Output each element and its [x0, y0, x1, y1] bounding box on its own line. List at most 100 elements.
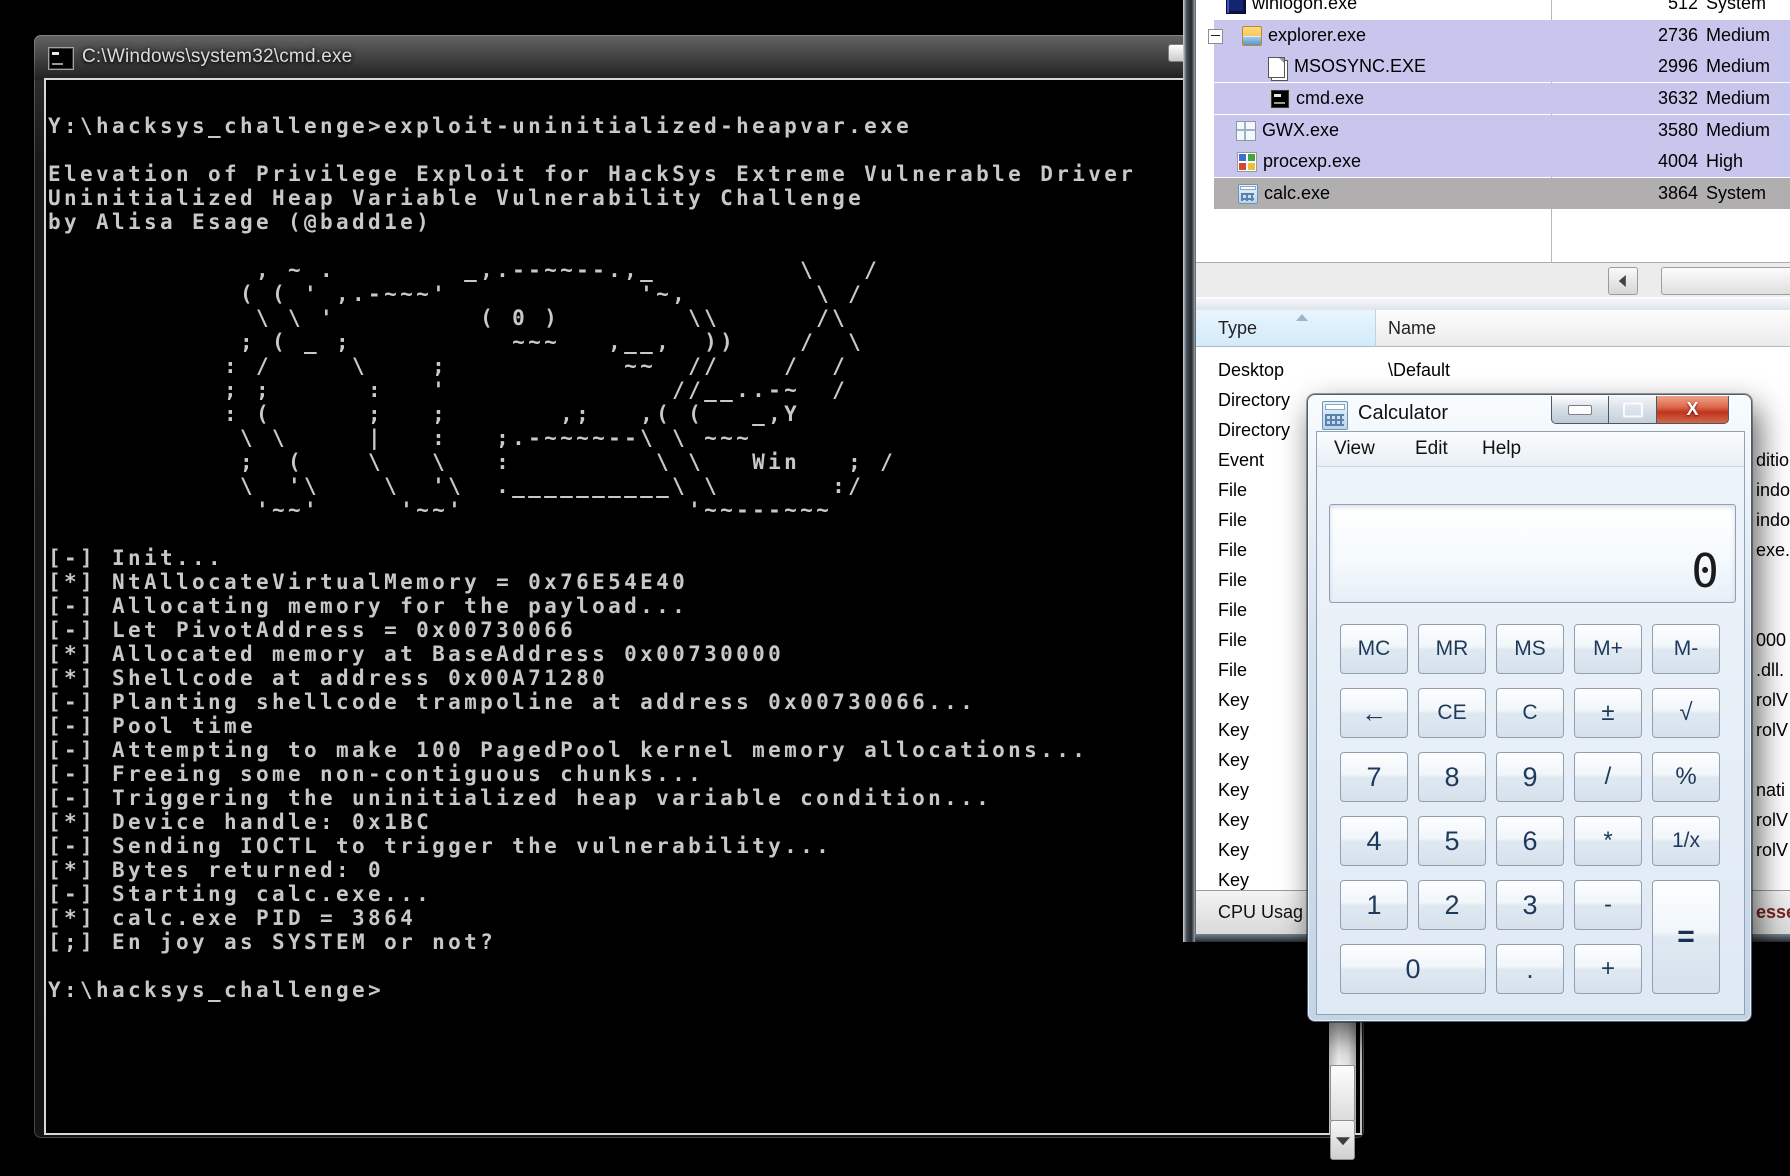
- process-pid: 3864: [1657, 183, 1698, 203]
- column-header-label: Name: [1388, 318, 1437, 338]
- process-pid: 3632: [1657, 88, 1698, 108]
- calc-key-2[interactable]: 2: [1418, 880, 1486, 930]
- handle-type: File: [1218, 510, 1248, 530]
- sort-ascending-icon: [1296, 314, 1308, 321]
- terminal-output: Y:\hacksys_challenge>exploit-uninitializ…: [48, 114, 1137, 1002]
- calc-key-√[interactable]: √: [1652, 688, 1720, 738]
- scrollbar-thumb[interactable]: [1330, 1065, 1355, 1121]
- calc-key-.[interactable]: .: [1496, 944, 1564, 994]
- horizontal-scrollbar[interactable]: [1196, 262, 1790, 297]
- calc-key-±[interactable]: ±: [1574, 688, 1642, 738]
- handle-type: File: [1218, 570, 1248, 590]
- calc-key-MR[interactable]: MR: [1418, 624, 1486, 674]
- calculator-keypad: MC MR MS M+ M- ← CE C ± √ 7 8 9/% 4 5 6 * 1/x 1 2 3- = 0. +: [1340, 624, 1722, 996]
- calc-key-+[interactable]: +: [1574, 944, 1642, 994]
- menu-view[interactable]: View: [1328, 432, 1381, 465]
- calc-key-CE[interactable]: CE: [1418, 688, 1486, 738]
- calculator-icon: [1238, 184, 1258, 204]
- calc-key-5[interactable]: 5: [1418, 816, 1486, 866]
- calc-key-1/x[interactable]: 1/x: [1652, 816, 1720, 866]
- calc-key-=[interactable]: =: [1652, 880, 1720, 994]
- menu-edit[interactable]: Edit: [1409, 432, 1454, 465]
- minimize-button[interactable]: [1551, 396, 1609, 424]
- process-tree-row[interactable]: winlogon.exe 512 System: [1196, 0, 1790, 19]
- process-priority: Medium: [1706, 25, 1771, 45]
- process-tree-row[interactable]: GWX.exe 3580 Medium: [1196, 115, 1790, 146]
- process-pid: 512: [1667, 0, 1698, 13]
- process-tree-row[interactable]: procexp.exe 4004 High: [1196, 146, 1790, 177]
- process-tree-row[interactable]: explorer.exe 2736 Medium: [1196, 20, 1790, 51]
- maximize-button[interactable]: [1609, 396, 1657, 424]
- scrollbar-thumb[interactable]: [1661, 267, 1790, 295]
- maximize-icon: [1622, 402, 1643, 417]
- handle-type: Key: [1218, 720, 1250, 740]
- handle-row[interactable]: Desktop \Default: [1196, 355, 1790, 385]
- handle-type: Key: [1218, 780, 1250, 800]
- calc-key-*[interactable]: *: [1574, 816, 1642, 866]
- process-tree-row[interactable]: cmd.exe 3632 Medium: [1196, 83, 1790, 114]
- column-header-name[interactable]: Name: [1376, 310, 1790, 347]
- collapse-toggle[interactable]: [1208, 29, 1223, 44]
- handle-name: ditio: [1756, 450, 1790, 470]
- calc-key-4[interactable]: 4: [1340, 816, 1408, 866]
- process-tree-row[interactable]: calc.exe 3864 System: [1196, 178, 1790, 209]
- status-text: CPU Usag: [1218, 902, 1304, 922]
- window-border: [1183, 0, 1195, 942]
- menu-help[interactable]: Help: [1476, 432, 1527, 465]
- process-priority: Medium: [1706, 56, 1771, 76]
- handle-type: File: [1218, 660, 1248, 680]
- window-title: Calculator: [1358, 402, 1449, 424]
- handle-type: Directory: [1218, 420, 1291, 440]
- calc-key--[interactable]: -: [1574, 880, 1642, 930]
- close-button[interactable]: X: [1657, 396, 1729, 424]
- calc-key-M-[interactable]: M-: [1652, 624, 1720, 674]
- handle-type: File: [1218, 480, 1248, 500]
- process-pid: 4004: [1657, 151, 1698, 171]
- calc-key-6[interactable]: 6: [1496, 816, 1564, 866]
- process-pid: 2736: [1657, 25, 1698, 45]
- triangle-down-icon: [1335, 1137, 1350, 1146]
- pane-splitter[interactable]: [1196, 297, 1790, 311]
- close-icon: X: [1686, 399, 1699, 419]
- scroll-down-button[interactable]: [1330, 1120, 1355, 1160]
- calc-key-1[interactable]: 1: [1340, 880, 1408, 930]
- calc-key-3[interactable]: 3: [1496, 880, 1564, 930]
- process-tree-row[interactable]: MSOSYNC.EXE 2996 Medium: [1196, 51, 1790, 82]
- process-priority: System: [1706, 183, 1767, 203]
- handle-type: Key: [1218, 810, 1250, 830]
- calc-key-MS[interactable]: MS: [1496, 624, 1564, 674]
- winlogon-icon: [1226, 0, 1246, 14]
- process-priority: Medium: [1706, 120, 1771, 140]
- calc-key-MC[interactable]: MC: [1340, 624, 1408, 674]
- handle-name: rolV: [1756, 840, 1789, 860]
- handle-type: File: [1218, 630, 1248, 650]
- column-header-type[interactable]: Type: [1196, 310, 1376, 347]
- console-icon: [48, 47, 74, 70]
- terminal-area[interactable]: Y:\hacksys_challenge>exploit-uninitializ…: [44, 78, 1362, 1160]
- calc-key-7[interactable]: 7: [1340, 752, 1408, 802]
- calc-key-←[interactable]: ←: [1340, 688, 1408, 738]
- calc-key-9[interactable]: 9: [1496, 752, 1564, 802]
- caption-buttons: X: [1551, 396, 1729, 424]
- handle-name: rolV: [1756, 720, 1789, 740]
- handle-name: exe.: [1756, 540, 1790, 560]
- status-text-fragment: esse: [1756, 902, 1790, 922]
- scroll-left-button[interactable]: [1608, 267, 1638, 295]
- calc-key-/[interactable]: /: [1574, 752, 1642, 802]
- calc-key-M+[interactable]: M+: [1574, 624, 1642, 674]
- handle-type: Desktop: [1218, 360, 1285, 380]
- handle-type: Key: [1218, 690, 1250, 710]
- folder-icon: [1242, 26, 1262, 46]
- process-name: winlogon.exe: [1252, 0, 1358, 13]
- calc-key-0[interactable]: 0: [1340, 944, 1486, 994]
- handle-name: .dll.: [1756, 660, 1785, 680]
- cmd-titlebar[interactable]: C:\Windows\system32\cmd.exe: [34, 35, 1364, 80]
- handle-type: Directory: [1218, 390, 1291, 410]
- calc-key-C[interactable]: C: [1496, 688, 1564, 738]
- calc-key-%[interactable]: %: [1652, 752, 1720, 802]
- calculator-icon-detail: [1324, 404, 1346, 411]
- calculator-titlebar[interactable]: Calculator X: [1308, 395, 1751, 433]
- console-icon: [1270, 89, 1290, 109]
- console-icon-detail: [52, 52, 59, 55]
- calc-key-8[interactable]: 8: [1418, 752, 1486, 802]
